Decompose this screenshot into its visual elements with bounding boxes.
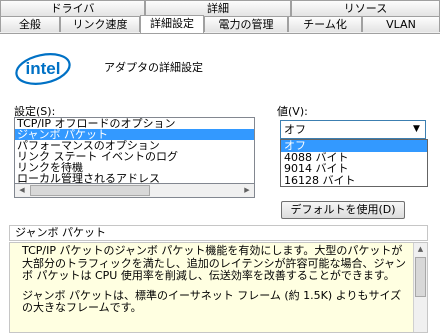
- list-item[interactable]: ローカル管理されるアドレス: [15, 173, 254, 183]
- settings-list[interactable]: TCP/IP オフロードのオプション ジャンボ パケット パフォーマンスのオプシ…: [14, 117, 255, 184]
- chevron-down-icon[interactable]: ▼: [408, 121, 425, 138]
- value-label: 値(V):: [277, 105, 308, 118]
- description-title: ジャンボ パケット: [9, 225, 428, 241]
- tab-advanced[interactable]: 詳細設定: [140, 15, 204, 33]
- value-dropdown-list[interactable]: オフ 4088 バイト 9014 バイト 16128 バイト: [280, 139, 428, 187]
- tab-row-front: 全般 リンク速度 詳細設定 電力の管理 チーム化 VLAN: [0, 15, 440, 33]
- intel-logo: intel: [15, 53, 71, 85]
- value-select-current: オフ: [284, 123, 306, 136]
- list-item[interactable]: リンク ステート イベントのログ: [15, 151, 254, 162]
- tab-resources[interactable]: リソース: [291, 0, 440, 16]
- value-select[interactable]: オフ ▼: [280, 120, 426, 139]
- description-paragraph: ジャンボ パケットは、標準のイーサネット フレーム (約 1.5K) よりもサイ…: [22, 288, 402, 314]
- scroll-track[interactable]: [29, 184, 240, 197]
- scroll-right-icon[interactable]: ▶: [240, 184, 254, 197]
- description-box: TCP/IP パケットのジャンボ パケット機能を有効にします。大型のパケットが大…: [9, 242, 428, 333]
- tab-row-back: ドライバ 詳細 リソース: [0, 0, 440, 16]
- settings-horizontal-scrollbar[interactable]: ◀ ▶: [14, 184, 255, 198]
- list-item[interactable]: TCP/IP オフロードのオプション: [15, 118, 254, 129]
- adapter-title: アダプタの詳細設定: [104, 61, 203, 74]
- tab-power-management[interactable]: 電力の管理: [204, 16, 288, 32]
- tab-general[interactable]: 全般: [0, 16, 60, 32]
- tab-vlan[interactable]: VLAN: [362, 16, 440, 32]
- list-item-selected[interactable]: ジャンボ パケット: [15, 129, 254, 140]
- list-item[interactable]: パフォーマンスのオプション: [15, 140, 254, 151]
- tab-details[interactable]: 詳細: [145, 0, 291, 16]
- dropdown-option[interactable]: 9014 バイト: [281, 163, 427, 175]
- description-paragraph: TCP/IP パケットのジャンボ パケット機能を有効にします。大型のパケットが大…: [22, 244, 407, 282]
- use-default-button[interactable]: デフォルトを使用(D): [281, 201, 405, 219]
- scroll-left-icon[interactable]: ◀: [15, 184, 29, 197]
- description-vertical-scrollbar[interactable]: ▲: [413, 243, 427, 332]
- svg-text:intel: intel: [26, 59, 61, 78]
- scroll-thumb[interactable]: [30, 185, 150, 196]
- scroll-up-icon[interactable]: ▲: [414, 243, 427, 256]
- tab-link-speed[interactable]: リンク速度: [60, 16, 140, 32]
- scroll-thumb[interactable]: [415, 257, 426, 297]
- list-item[interactable]: リンクを待機: [15, 162, 254, 173]
- dropdown-option[interactable]: 16128 バイト: [281, 174, 427, 187]
- dropdown-option-selected[interactable]: オフ: [281, 140, 427, 152]
- tab-driver[interactable]: ドライバ: [0, 0, 145, 16]
- tab-teaming[interactable]: チーム化: [288, 16, 362, 32]
